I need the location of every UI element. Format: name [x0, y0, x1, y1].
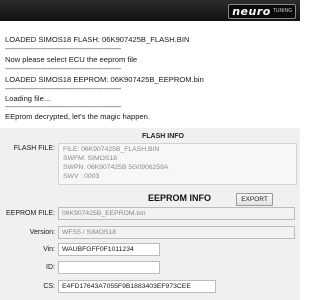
- eeprom-file-field[interactable]: 06K907425B_EEPROM.bin: [58, 207, 295, 220]
- cs-label: CS:: [43, 283, 55, 290]
- info-panel: FLASH INFO FLASH FILE: FILE: 06K907425B_…: [0, 128, 300, 300]
- eeprom-info-title: EEPROM INFO: [148, 193, 212, 203]
- log-separator: ----------------------------------------…: [5, 66, 121, 73]
- log-separator: ----------------------------------------…: [5, 86, 121, 93]
- header-bar: neuro TUNING: [0, 0, 300, 21]
- export-button[interactable]: EXPORT: [236, 193, 273, 206]
- flash-swv: SWV : 0003: [63, 173, 100, 180]
- log-line: Loading file...: [5, 94, 51, 103]
- log-line: LOADED SIMOS18 EEPROM: 06K907425B_EEPROM…: [5, 75, 204, 84]
- flash-file-name: FILE: 06K907425B_FLASH.BIN: [63, 146, 160, 153]
- log-line: Now please select ECU the eeprom file: [5, 55, 138, 64]
- log-line: LOADED SIMOS18 FLASH: 06K907425B_FLASH.B…: [5, 35, 190, 44]
- flash-info-box: FILE: 06K907425B_FLASH.BIN SWFM: SIMOS18…: [58, 143, 297, 185]
- flash-swfm: SWFM: SIMOS18: [63, 155, 118, 162]
- log-separator: ----------------------------------------…: [5, 46, 121, 53]
- version-label: Version:: [29, 229, 55, 236]
- app-window: neuro TUNING LOADED SIMOS18 FLASH: 06K90…: [0, 0, 300, 300]
- log-separator: ----------------------------------------…: [5, 104, 121, 111]
- logo-subtext: TUNING: [272, 8, 292, 14]
- log-console[interactable]: LOADED SIMOS18 FLASH: 06K907425B_FLASH.B…: [0, 21, 300, 129]
- neuro-tuning-logo: neuro TUNING: [228, 4, 296, 19]
- id-input[interactable]: [58, 261, 160, 274]
- flash-swpn: SWPN: 06K907425B 5G0906259A: [63, 164, 169, 171]
- version-field[interactable]: WFS5 / SIMOS18: [58, 226, 295, 239]
- log-line: EEprom decrypted, let's the magic happen…: [5, 112, 150, 121]
- eeprom-file-label: EEPROM FILE:: [5, 210, 55, 217]
- id-label: ID:: [46, 264, 55, 271]
- vin-input[interactable]: WAUBFGFF0F1011234: [58, 243, 160, 256]
- flash-info-title: FLASH INFO: [142, 133, 184, 140]
- cs-input[interactable]: E4FD17643A7055F9B1883403EF973CEE: [58, 280, 216, 293]
- flash-file-label: FLASH FILE:: [13, 145, 55, 152]
- logo-text: neuro: [232, 5, 271, 18]
- vin-label: Vin:: [43, 246, 55, 253]
